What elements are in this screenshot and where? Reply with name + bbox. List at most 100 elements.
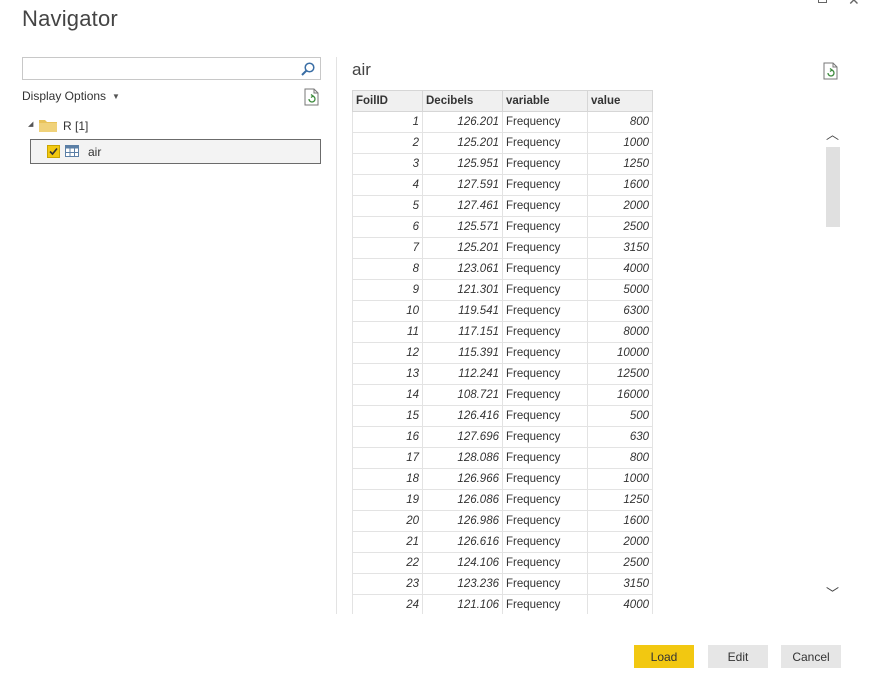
close-icon[interactable]: ✕ bbox=[848, 0, 862, 9]
table-cell: 17 bbox=[352, 447, 423, 469]
table-cell: Frequency bbox=[502, 153, 588, 175]
table-cell: 12500 bbox=[587, 363, 653, 385]
cancel-button[interactable]: Cancel bbox=[781, 645, 841, 668]
refresh-icon[interactable] bbox=[823, 62, 839, 80]
table-row[interactable]: 1 126.201 Frequency 800 bbox=[352, 111, 653, 133]
table-cell: 6 bbox=[352, 216, 423, 238]
table-cell: 10000 bbox=[587, 342, 653, 364]
table-cell: Frequency bbox=[502, 384, 588, 406]
column-header[interactable]: FoilID bbox=[352, 90, 423, 112]
scrollbar-thumb[interactable] bbox=[826, 147, 840, 227]
table-row[interactable]: 23 123.236 Frequency 3150 bbox=[352, 573, 653, 595]
search-box[interactable] bbox=[22, 57, 321, 80]
table-row[interactable]: 24 121.106 Frequency 4000 bbox=[352, 594, 653, 614]
table-cell: Frequency bbox=[502, 447, 588, 469]
scroll-down-icon[interactable]: ﹀ bbox=[824, 583, 841, 602]
table-cell: 4000 bbox=[587, 258, 653, 280]
table-cell: 5 bbox=[352, 195, 423, 217]
table-cell: 12 bbox=[352, 342, 423, 364]
table-row[interactable]: 7 125.201 Frequency 3150 bbox=[352, 237, 653, 259]
expand-arrow-icon[interactable]: ◢ bbox=[28, 120, 33, 128]
table-cell: Frequency bbox=[502, 300, 588, 322]
table-row[interactable]: 22 124.106 Frequency 2500 bbox=[352, 552, 653, 574]
column-header[interactable]: Decibels bbox=[422, 90, 503, 112]
display-options-label: Display Options bbox=[22, 89, 107, 103]
display-options-dropdown[interactable]: Display Options ▼ bbox=[22, 89, 120, 103]
table-cell: 21 bbox=[352, 531, 423, 553]
table-cell: 125.201 bbox=[422, 237, 503, 259]
table-cell: Frequency bbox=[502, 216, 588, 238]
table-cell: Frequency bbox=[502, 195, 588, 217]
table-row[interactable]: 8 123.061 Frequency 4000 bbox=[352, 258, 653, 280]
tree-item-air[interactable]: air bbox=[30, 139, 321, 164]
table-row[interactable]: 6 125.571 Frequency 2500 bbox=[352, 216, 653, 238]
table-cell: Frequency bbox=[502, 594, 588, 614]
table-cell: Frequency bbox=[502, 573, 588, 595]
table-cell: 20 bbox=[352, 510, 423, 532]
table-row[interactable]: 2 125.201 Frequency 1000 bbox=[352, 132, 653, 154]
table-cell: 18 bbox=[352, 468, 423, 490]
search-input[interactable] bbox=[27, 59, 301, 80]
table-row[interactable]: 17 128.086 Frequency 800 bbox=[352, 447, 653, 469]
table-cell: 22 bbox=[352, 552, 423, 574]
table-row[interactable]: 20 126.986 Frequency 1600 bbox=[352, 510, 653, 532]
table-cell: 127.591 bbox=[422, 174, 503, 196]
table-cell: Frequency bbox=[502, 405, 588, 427]
table-cell: 1600 bbox=[587, 510, 653, 532]
table-row[interactable]: 21 126.616 Frequency 2000 bbox=[352, 531, 653, 553]
table-cell: Frequency bbox=[502, 237, 588, 259]
table-row[interactable]: 16 127.696 Frequency 630 bbox=[352, 426, 653, 448]
table-row[interactable]: 14 108.721 Frequency 16000 bbox=[352, 384, 653, 406]
table-cell: 10 bbox=[352, 300, 423, 322]
data-preview-table[interactable]: FoilID Decibels variable value 1 126.201 Freq… bbox=[352, 90, 653, 614]
table-cell: Frequency bbox=[502, 321, 588, 343]
column-header[interactable]: value bbox=[587, 90, 653, 112]
table-cell: 2000 bbox=[587, 531, 653, 553]
table-row[interactable]: 9 121.301 Frequency 5000 bbox=[352, 279, 653, 301]
table-cell: 3150 bbox=[587, 237, 653, 259]
tree-root-label: R [1] bbox=[63, 119, 89, 133]
table-cell: 112.241 bbox=[422, 363, 503, 385]
table-cell: 126.616 bbox=[422, 531, 503, 553]
scroll-up-icon[interactable]: ︿ bbox=[824, 124, 841, 143]
table-cell: 126.201 bbox=[422, 111, 503, 133]
table-cell: 14 bbox=[352, 384, 423, 406]
table-row[interactable]: 19 126.086 Frequency 1250 bbox=[352, 489, 653, 511]
table-cell: 126.086 bbox=[422, 489, 503, 511]
table-row[interactable]: 3 125.951 Frequency 1250 bbox=[352, 153, 653, 175]
table-row[interactable]: 5 127.461 Frequency 2000 bbox=[352, 195, 653, 217]
table-cell: 9 bbox=[352, 279, 423, 301]
table-cell: 2500 bbox=[587, 216, 653, 238]
table-row[interactable]: 10 119.541 Frequency 6300 bbox=[352, 300, 653, 322]
table-row[interactable]: 4 127.591 Frequency 1600 bbox=[352, 174, 653, 196]
table-cell: 125.201 bbox=[422, 132, 503, 154]
preview-title: air bbox=[352, 60, 371, 79]
table-row[interactable]: 11 117.151 Frequency 8000 bbox=[352, 321, 653, 343]
table-cell: 126.966 bbox=[422, 468, 503, 490]
refresh-icon[interactable] bbox=[304, 88, 320, 106]
column-header[interactable]: variable bbox=[502, 90, 588, 112]
table-row[interactable]: 18 126.966 Frequency 1000 bbox=[352, 468, 653, 490]
table-row[interactable]: 15 126.416 Frequency 500 bbox=[352, 405, 653, 427]
table-row[interactable]: 13 112.241 Frequency 12500 bbox=[352, 363, 653, 385]
table-cell: Frequency bbox=[502, 468, 588, 490]
table-cell: 121.301 bbox=[422, 279, 503, 301]
table-cell: 1250 bbox=[587, 489, 653, 511]
table-cell: Frequency bbox=[502, 552, 588, 574]
table-cell: 119.541 bbox=[422, 300, 503, 322]
checkbox[interactable] bbox=[47, 145, 60, 158]
table-cell: 7 bbox=[352, 237, 423, 259]
table-row[interactable]: 12 115.391 Frequency 10000 bbox=[352, 342, 653, 364]
table-cell: 1250 bbox=[587, 153, 653, 175]
table-cell: 2500 bbox=[587, 552, 653, 574]
table-cell: Frequency bbox=[502, 279, 588, 301]
maximize-icon[interactable] bbox=[818, 0, 827, 3]
edit-button[interactable]: Edit bbox=[708, 645, 768, 668]
search-icon[interactable] bbox=[300, 61, 316, 77]
table-cell: 630 bbox=[587, 426, 653, 448]
table-cell: 23 bbox=[352, 573, 423, 595]
load-button[interactable]: Load bbox=[634, 645, 694, 668]
table-cell: 128.086 bbox=[422, 447, 503, 469]
table-cell: Frequency bbox=[502, 510, 588, 532]
window-title: Navigator bbox=[22, 6, 118, 31]
